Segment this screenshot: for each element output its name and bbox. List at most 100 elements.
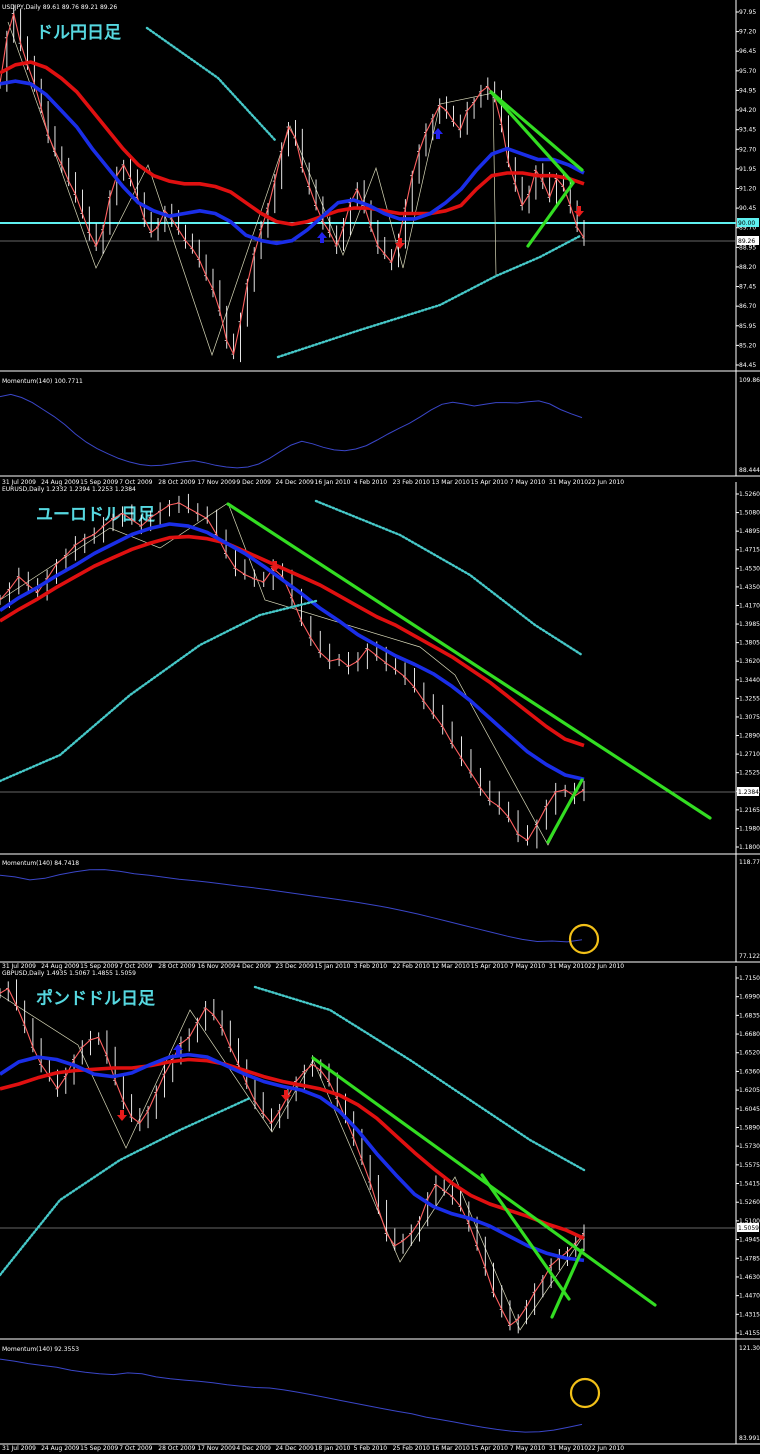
red-ma-line [0,534,585,748]
price-tick-label: 88.95 [739,244,756,251]
momentum-line [0,393,583,469]
date-tick-label: 16 Mar 2010 [432,1445,470,1452]
date-tick-label: 5 Feb 2010 [354,1445,388,1452]
date-tick-label: 15 Jan 2010 [315,963,351,970]
price-tick-label: 85.20 [739,342,756,349]
price-tick-label: 1.4530 [739,565,760,572]
forex-chart-collage: USDJPY,Daily 89.61 89.76 89.21 89.26 ドル円日… [0,0,760,1452]
date-tick-label: 4 Feb 2010 [354,479,388,486]
fast-ma-line [0,502,585,842]
date-tick-label: 23 Feb 2010 [393,479,431,486]
price-tick-label: 1.3255 [739,695,760,702]
price-tick-label: 85.95 [739,323,756,330]
date-tick-label: 15 Apr 2010 [471,1445,508,1452]
upper-dotted-band [145,26,277,142]
date-tick-label: 31 Jul 2009 [2,479,36,486]
lower-dotted-band [0,599,318,783]
date-tick-label: 7 Oct 2009 [119,963,152,970]
price-tick-label: 95.70 [739,68,756,75]
price-tick-label: 96.45 [739,48,756,55]
chart-panel-1: USDJPY,Daily 89.61 89.76 89.21 89.26 ドル円日… [0,0,760,486]
date-tick-label: 16 Nov 2009 [197,963,236,970]
momentum-axis-top: 121.3080 [739,1345,760,1352]
price-tick-label: 1.5080 [739,510,760,517]
price-tick-label: 90.45 [739,205,756,212]
price-tick-label: 1.1980 [739,825,760,832]
date-tick-label: 9 Dec 2009 [236,479,271,486]
date-tick-label: 24 Dec 2009 [275,479,314,486]
date-tick-label: 24 Aug 2009 [41,1445,80,1452]
chart-panel-3: GBPUSD,Daily 1.4935 1.5067 1.4855 1.5059… [0,966,760,1452]
lower-dotted-band [0,1096,252,1277]
trend-line [226,502,712,820]
chart-title: ドル円日足 [36,23,121,43]
price-tick-label: 1.4945 [739,1237,760,1244]
level-tag-label: 90.00 [738,220,755,227]
blue-ma-line [0,1052,585,1263]
price-tick-label: 1.5730 [739,1143,760,1150]
date-tick-label: 31 May 2010 [549,963,588,970]
date-tick-label: 17 Nov 2009 [197,1445,236,1452]
current-price-label: 1.5059 [738,1225,759,1232]
date-tick-label: 31 Jul 2009 [2,1445,36,1452]
price-tick-label: 1.1800 [739,844,760,851]
price-tick-label: 93.45 [739,127,756,134]
symbol-header: USDJPY,Daily 89.61 89.76 89.21 89.26 [2,4,117,11]
date-tick-label: 7 May 2010 [510,1445,545,1452]
price-tick-label: 1.5260 [739,1199,760,1206]
date-tick-label: 28 Oct 2009 [158,1445,195,1452]
price-bars [0,4,585,363]
date-tick-label: 17 Nov 2009 [197,479,236,486]
highlight-circle [568,923,600,955]
price-tick-label: 1.6360 [739,1068,760,1075]
momentum-axis-bottom: 88.4440 [739,467,760,474]
momentum-line [0,869,583,943]
price-tick-label: 1.5260 [739,491,760,498]
price-tick-label: 1.4470 [739,1293,760,1300]
buy-arrow-icon [173,1044,183,1055]
date-tick-label: 31 May 2010 [549,1445,588,1452]
zigzag-line [0,502,583,846]
date-tick-label: 12 Mar 2010 [432,963,470,970]
date-tick-label: 13 Mar 2010 [432,479,470,486]
price-tick-label: 1.5890 [739,1124,760,1131]
price-tick-label: 1.3985 [739,621,760,628]
price-tick-label: 1.4630 [739,1274,760,1281]
date-tick-label: 25 Feb 2010 [393,1445,431,1452]
momentum-axis-top: 109.8630 [739,377,760,384]
date-tick-label: 22 Jun 2010 [588,479,624,486]
sell-arrow-icon [281,1090,291,1101]
symbol-header: GBPUSD,Daily 1.4935 1.5067 1.4855 1.5059 [2,970,136,977]
price-tick-label: 91.95 [739,166,756,173]
price-tick-label: 97.20 [739,29,756,36]
date-tick-label: 7 Oct 2009 [119,479,152,486]
price-tick-label: 1.4315 [739,1311,760,1318]
trend-line [480,1173,571,1301]
date-tick-label: 16 Jan 2010 [315,479,351,486]
date-tick-label: 23 Dec 2009 [275,963,314,970]
date-tick-label: 22 Jun 2010 [588,1445,624,1452]
price-tick-label: 1.6680 [739,1031,760,1038]
price-tick-label: 1.4350 [739,584,760,591]
price-tick-label: 84.45 [739,362,756,369]
date-tick-label: 24 Dec 2009 [275,1445,314,1452]
date-tick-label: 24 Aug 2009 [41,963,80,970]
trend-line [489,90,575,185]
price-tick-label: 1.6205 [739,1087,760,1094]
price-tick-label: 1.5575 [739,1162,760,1169]
price-tick-label: 1.4785 [739,1255,760,1262]
price-tick-label: 94.20 [739,107,756,114]
momentum-label: Momentum(140) 100.7711 [2,378,83,385]
momentum-axis-top: 118.7774 [739,859,760,866]
sell-arrow-icon [574,206,584,217]
date-tick-label: 22 Jun 2010 [588,963,624,970]
zigzag-line [0,994,583,1331]
date-tick-label: 15 Apr 2010 [471,963,508,970]
price-tick-label: 1.2165 [739,807,760,814]
price-tick-label: 1.4170 [739,602,760,609]
momentum-axis-bottom: 83.9919 [739,1435,760,1442]
price-tick-label: 1.2710 [739,751,760,758]
price-tick-label: 94.95 [739,87,756,94]
date-tick-label: 15 Sep 2009 [80,963,118,970]
date-tick-label: 7 Oct 2009 [119,1445,152,1452]
